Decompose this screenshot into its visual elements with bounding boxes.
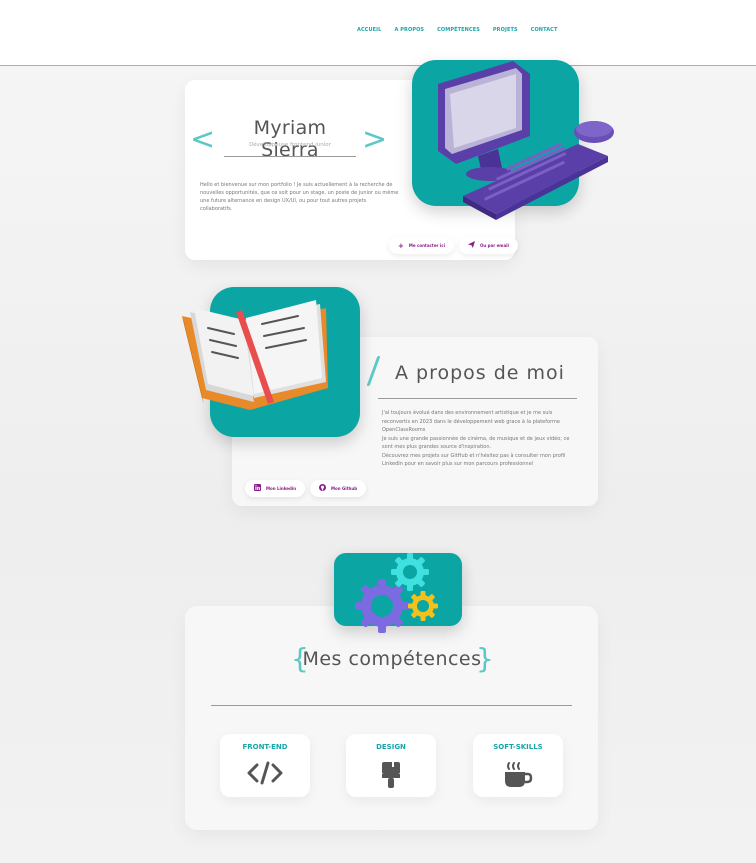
linkedin-button[interactable]: Mon Linkedin (245, 480, 306, 497)
nav-link-projets[interactable]: PROJETS (493, 27, 518, 33)
about-divider (378, 398, 577, 399)
hero-divider (224, 156, 356, 157)
hero-subtitle: Développeuse frontend junior (249, 142, 331, 148)
plus-icon: + (398, 241, 404, 250)
nav-links: ACCUEIL A PROPOS COMPÉTENCES PROJETS CON… (357, 27, 557, 33)
coffee-icon (473, 761, 563, 793)
paper-plane-icon (468, 241, 475, 250)
skills-divider (211, 705, 572, 706)
computer-illustration (438, 61, 614, 220)
about-description: J'ai toujours évolué dans des environnem… (382, 409, 577, 469)
about-paragraph: Découvrez mes projets sur GitHub et n'hé… (382, 452, 566, 468)
github-button[interactable]: Mon Github (310, 480, 367, 497)
left-angle-bracket-icon: < (190, 122, 216, 157)
contact-button[interactable]: + Me contacter ici (389, 237, 455, 254)
nav-link-contact[interactable]: CONTACT (531, 27, 558, 33)
github-button-label: Mon Github (331, 486, 358, 491)
paintbrush-icon (346, 761, 436, 793)
about-paragraph: Je suis une grande passionnée de cinéma,… (382, 435, 570, 451)
nav-link-a-propos[interactable]: A PROPOS (394, 27, 424, 33)
email-button-label: Ou par email (480, 243, 509, 248)
linkedin-icon (254, 484, 261, 493)
skill-label: DESIGN (376, 743, 406, 751)
gears-illustration (355, 553, 438, 633)
skill-label: SOFT-SKILLS (493, 743, 543, 751)
top-navbar: ACCUEIL A PROPOS COMPÉTENCES PROJETS CON… (0, 0, 756, 66)
book-illustration (182, 300, 328, 410)
skills-title: Mes compétences (302, 648, 482, 670)
linkedin-button-label: Mon Linkedin (266, 486, 297, 491)
about-title: A propos de moi (395, 362, 565, 384)
skill-label: FRONT-END (242, 743, 288, 751)
hero-description: Hello et bienvenue sur mon portfolio ! J… (200, 182, 399, 212)
about-paragraph: J'ai toujours évolué dans des environnem… (382, 410, 560, 433)
skill-card-front-end[interactable]: FRONT-END (220, 734, 310, 797)
email-button[interactable]: Ou par email (459, 237, 518, 254)
contact-button-label: Me contacter ici (408, 243, 446, 248)
hero-name: Myriam Sierra (253, 117, 327, 161)
skill-card-design[interactable]: DESIGN (346, 734, 436, 797)
nav-link-competences[interactable]: COMPÉTENCES (437, 27, 480, 33)
github-icon (319, 484, 326, 493)
nav-link-accueil[interactable]: ACCUEIL (357, 27, 381, 33)
right-angle-bracket-icon: > (362, 122, 388, 157)
skill-card-soft-skills[interactable]: SOFT-SKILLS (473, 734, 563, 797)
code-icon (220, 761, 310, 789)
